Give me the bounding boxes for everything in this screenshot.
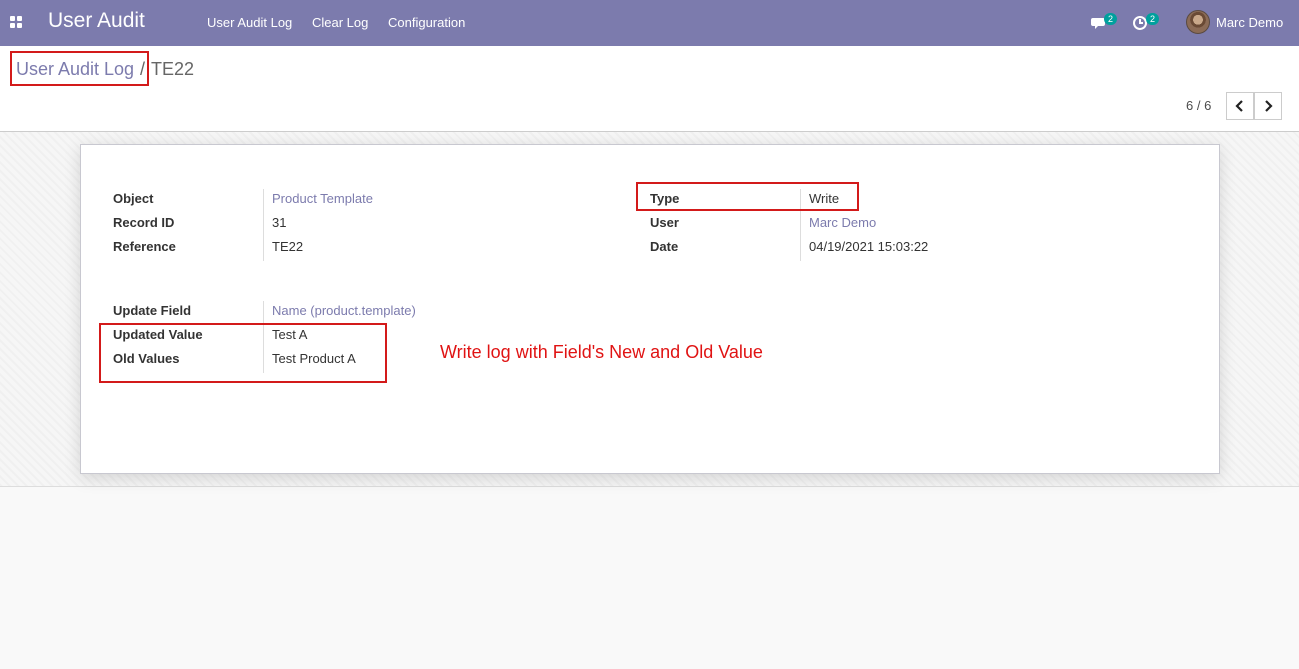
object-value[interactable]: Product Template [272, 191, 373, 206]
reference-value: TE22 [272, 239, 304, 254]
annotation-text: Write log with Field's New and Old Value [440, 342, 763, 362]
update-field-value[interactable]: Name (product.template) [272, 303, 416, 318]
pager-next-button[interactable] [1254, 92, 1282, 120]
activities-button[interactable]: 2 [1133, 13, 1163, 33]
messages-badge: 2 [1104, 13, 1118, 25]
app-title[interactable]: User Audit [48, 9, 145, 33]
pager-previous-button[interactable] [1226, 92, 1254, 120]
reference-label: Reference [113, 239, 176, 254]
activities-badge: 2 [1146, 13, 1160, 25]
field-separator [263, 189, 264, 261]
type-highlight-box [636, 182, 859, 211]
messages-button[interactable]: 2 [1091, 13, 1121, 33]
update-field-label: Update Field [113, 303, 192, 318]
object-label: Object [113, 191, 154, 206]
user-menu[interactable]: Marc Demo [1216, 15, 1283, 30]
date-label: Date [650, 239, 679, 254]
menu-clear-log[interactable]: Clear Log [312, 15, 368, 30]
menu-user-audit-log[interactable]: User Audit Log [207, 15, 292, 30]
breadcrumb-current: TE22 [151, 59, 195, 79]
avatar[interactable] [1186, 10, 1210, 34]
chevron-right-icon [1265, 100, 1273, 112]
user-value[interactable]: Marc Demo [809, 215, 876, 230]
pager-value[interactable]: 6 / 6 [1186, 98, 1211, 113]
record-id-label: Record ID [113, 215, 175, 230]
record-id-value: 31 [272, 215, 287, 230]
chevron-left-icon [1235, 100, 1243, 112]
breadcrumb-highlight-box [10, 51, 149, 86]
user-label: User [650, 215, 679, 230]
top-navbar: User Audit User Audit Log Clear Log Conf… [0, 0, 1299, 46]
control-panel: User Audit Log / TE22 6 / 6 [0, 46, 1299, 132]
date-value: 04/19/2021 15:03:22 [809, 239, 929, 254]
apps-menu-icon[interactable] [10, 16, 23, 29]
menu-configuration[interactable]: Configuration [388, 15, 465, 30]
values-highlight-box [99, 323, 387, 383]
